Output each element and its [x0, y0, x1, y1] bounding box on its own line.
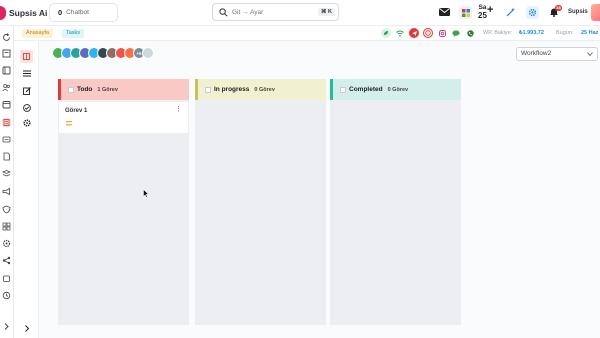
expand-sidebar-icon[interactable]: [2, 322, 11, 331]
column-checkbox[interactable]: [205, 86, 211, 93]
inbox-icon[interactable]: [2, 49, 11, 58]
column-checkbox[interactable]: [68, 86, 74, 93]
megaphone-icon[interactable]: [2, 187, 11, 196]
check-circle-icon[interactable]: [22, 103, 31, 112]
breadcrumb-home[interactable]: Anasayfa: [22, 29, 53, 38]
edit-icon[interactable]: [22, 86, 31, 95]
sa-number: 25: [478, 11, 487, 20]
integration-leaf-icon[interactable]: [381, 28, 391, 38]
breadcrumb-tasks[interactable]: Tasks: [62, 29, 85, 38]
balance-label: WP. Bakiye:: [483, 30, 513, 36]
settings-icon[interactable]: [2, 239, 11, 248]
column-checkbox[interactable]: [340, 86, 346, 93]
today-value: 25 Haz: [581, 30, 599, 36]
today-label: Bugün:: [556, 30, 574, 36]
column-in-progress: In progress 0 Görev: [195, 79, 326, 325]
tasks-rail: [14, 41, 39, 338]
chatbot-label: Chatbot: [66, 9, 89, 16]
puzzle-icon[interactable]: [2, 274, 11, 283]
column-completed: Completed 0 Görev: [330, 79, 461, 325]
column-title: Completed: [349, 86, 383, 93]
sa-indicator[interactable]: Sa 25: [478, 4, 487, 20]
balance-value: ₺1.993,72: [519, 30, 544, 36]
collapse-rail-icon[interactable]: [22, 324, 31, 333]
wifi-icon[interactable]: [395, 28, 405, 38]
book-icon[interactable]: [2, 66, 11, 75]
column-count: 1 Görev: [97, 86, 118, 93]
brand-name: Supsis Ai: [9, 8, 48, 18]
instagram-icon[interactable]: [437, 28, 447, 38]
column-header[interactable]: Todo 1 Görev: [58, 79, 189, 100]
history-icon[interactable]: [2, 291, 11, 300]
layers-icon[interactable]: [2, 169, 11, 178]
apps-icon[interactable]: [459, 6, 472, 19]
column-header[interactable]: Completed 0 Görev: [330, 79, 461, 100]
column-count: 0 Görev: [254, 86, 275, 93]
send-icon[interactable]: [409, 28, 419, 38]
calendar-icon[interactable]: [2, 100, 11, 109]
column-count: 0 Görev: [387, 86, 409, 93]
top-bar: Supsis Ai 0 Chatbot Git → Ayar ⌘ K Sa 25…: [0, 0, 600, 26]
task-card[interactable]: Görev 1 ⋮: [59, 102, 188, 133]
workflow-selected: Workflow2: [521, 50, 552, 57]
search-placeholder: Git → Ayar: [232, 8, 264, 16]
left-rail: [0, 26, 14, 338]
magic-wand-icon[interactable]: [505, 6, 517, 18]
gear-icon[interactable]: [22, 118, 31, 127]
brand-logo-icon: [0, 6, 6, 20]
workflow-select[interactable]: Workflow2: [516, 47, 598, 61]
shield-icon[interactable]: [2, 205, 11, 214]
document-icon[interactable]: [2, 152, 11, 161]
column-title: Todo: [77, 86, 93, 93]
phone-icon[interactable]: [465, 28, 475, 38]
chat-icon[interactable]: [451, 28, 461, 38]
avatar[interactable]: [142, 47, 154, 59]
chevron-down-icon: [587, 52, 593, 57]
chatbot-counter[interactable]: 0 Chatbot: [49, 3, 118, 22]
user-avatar[interactable]: [591, 4, 600, 21]
column-title: In progress: [214, 86, 250, 93]
notification-badge: 38: [555, 5, 562, 11]
users-icon[interactable]: [2, 83, 11, 92]
kanban-board: +5 Workflow2 Todo 1 Görev Görev 1 ⋮ In p…: [39, 41, 600, 338]
brand[interactable]: Supsis Ai: [0, 5, 47, 21]
secondary-bar: Anasayfa Tasks WP. Bakiye: ₺1.993,72 Bug…: [14, 26, 600, 41]
add-icon[interactable]: +: [487, 4, 493, 16]
refresh-icon[interactable]: [2, 33, 11, 42]
task-menu-icon[interactable]: ⋮: [175, 106, 182, 113]
share-icon[interactable]: [2, 256, 11, 265]
mouse-cursor-icon: [143, 189, 149, 198]
chat-bubbles-icon[interactable]: [2, 135, 11, 144]
column-header[interactable]: In progress 0 Görev: [195, 79, 326, 100]
mail-icon[interactable]: [438, 6, 450, 18]
grid-icon[interactable]: [2, 222, 11, 231]
priority-icon: [66, 121, 72, 126]
member-avatars[interactable]: +5: [52, 47, 154, 60]
search-icon: [219, 7, 228, 16]
search-bar[interactable]: Git → Ayar ⌘ K: [212, 3, 339, 21]
settings-gear-icon[interactable]: [526, 6, 539, 19]
column-todo: Todo 1 Görev Görev 1 ⋮: [58, 79, 189, 325]
tasks-icon[interactable]: [2, 118, 11, 127]
list-view-icon[interactable]: [22, 69, 31, 78]
chatbot-count: 0: [58, 8, 63, 17]
board-view-icon[interactable]: [20, 50, 33, 63]
whatsapp-icon[interactable]: [423, 28, 433, 38]
task-title: Görev 1: [65, 108, 88, 114]
search-shortcut: ⌘ K: [318, 8, 335, 16]
user-name[interactable]: Supsis: [568, 9, 588, 15]
